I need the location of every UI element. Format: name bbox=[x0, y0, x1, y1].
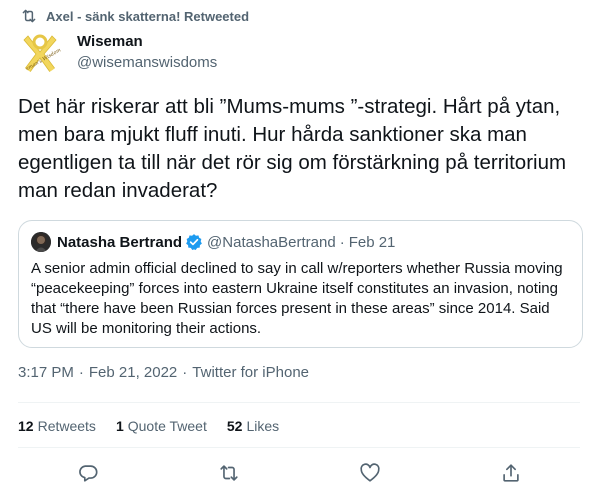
heart-icon[interactable] bbox=[359, 462, 381, 484]
tweet-date[interactable]: Feb 21, 2022 bbox=[89, 364, 177, 381]
verified-badge-icon bbox=[185, 233, 203, 251]
tweet-time[interactable]: 3:17 PM bbox=[18, 364, 74, 381]
quote-tweets-label: Quote Tweet bbox=[127, 418, 207, 434]
likes-label: Likes bbox=[246, 418, 280, 434]
meta-separator: · bbox=[78, 364, 84, 381]
author-name[interactable]: Wiseman bbox=[77, 32, 217, 52]
avatar[interactable]: Wiseman's Wisdom bbox=[18, 30, 62, 74]
retweet-icon bbox=[20, 7, 38, 25]
quote-tweets-count: 1 bbox=[115, 418, 124, 434]
divider bbox=[18, 447, 580, 448]
retweets-label: Retweets bbox=[37, 418, 96, 434]
share-icon[interactable] bbox=[500, 462, 522, 484]
quote-tweet-card[interactable]: Natasha Bertrand @NatashaBertrand · Feb … bbox=[18, 220, 583, 348]
avatar-logo-text: Wiseman's Wisdom bbox=[18, 47, 62, 74]
retweeted-by[interactable]: Axel - sänk skatterna! Retweeted bbox=[20, 7, 249, 25]
likes-stat[interactable]: 52 Likes bbox=[227, 418, 279, 434]
author-info: Wiseman @wisemanswisdoms bbox=[77, 32, 217, 73]
retweet-icon[interactable] bbox=[218, 462, 240, 484]
quote-tweet-text: A senior admin official declined to say … bbox=[31, 260, 563, 337]
tweet-detail: Axel - sänk skatterna! Retweeted Wiseman… bbox=[0, 0, 598, 499]
quote-author-name: Natasha Bertrand bbox=[57, 233, 183, 251]
divider bbox=[18, 402, 580, 403]
retweets-stat[interactable]: 12 Retweets bbox=[18, 418, 96, 434]
tweet-source[interactable]: Twitter for iPhone bbox=[192, 364, 309, 381]
quote-tweet-header: Natasha Bertrand @NatashaBertrand · Feb … bbox=[31, 232, 395, 252]
reply-icon[interactable] bbox=[77, 462, 99, 484]
quote-separator: · bbox=[339, 233, 345, 251]
author-handle[interactable]: @wisemanswisdoms bbox=[77, 53, 217, 73]
meta-separator-2: · bbox=[182, 364, 188, 381]
tweet-metadata: 3:17 PM · Feb 21, 2022 · Twitter for iPhone bbox=[18, 364, 309, 381]
retweets-count: 12 bbox=[18, 418, 34, 434]
retweeted-by-text: Axel - sänk skatterna! Retweeted bbox=[46, 8, 250, 24]
tweet-text: Det här riskerar att bli ”Mums-mums ”-st… bbox=[18, 95, 567, 202]
quote-tweets-stat[interactable]: 1 Quote Tweet bbox=[116, 418, 207, 434]
likes-count: 52 bbox=[226, 418, 243, 434]
engagement-stats: 12 Retweets 1 Quote Tweet 52 Likes bbox=[18, 418, 299, 434]
quote-date[interactable]: Feb 21 bbox=[349, 234, 396, 251]
action-bar bbox=[0, 462, 598, 488]
quote-avatar bbox=[31, 232, 51, 252]
quote-author-handle: @NatashaBertrand bbox=[207, 233, 336, 251]
